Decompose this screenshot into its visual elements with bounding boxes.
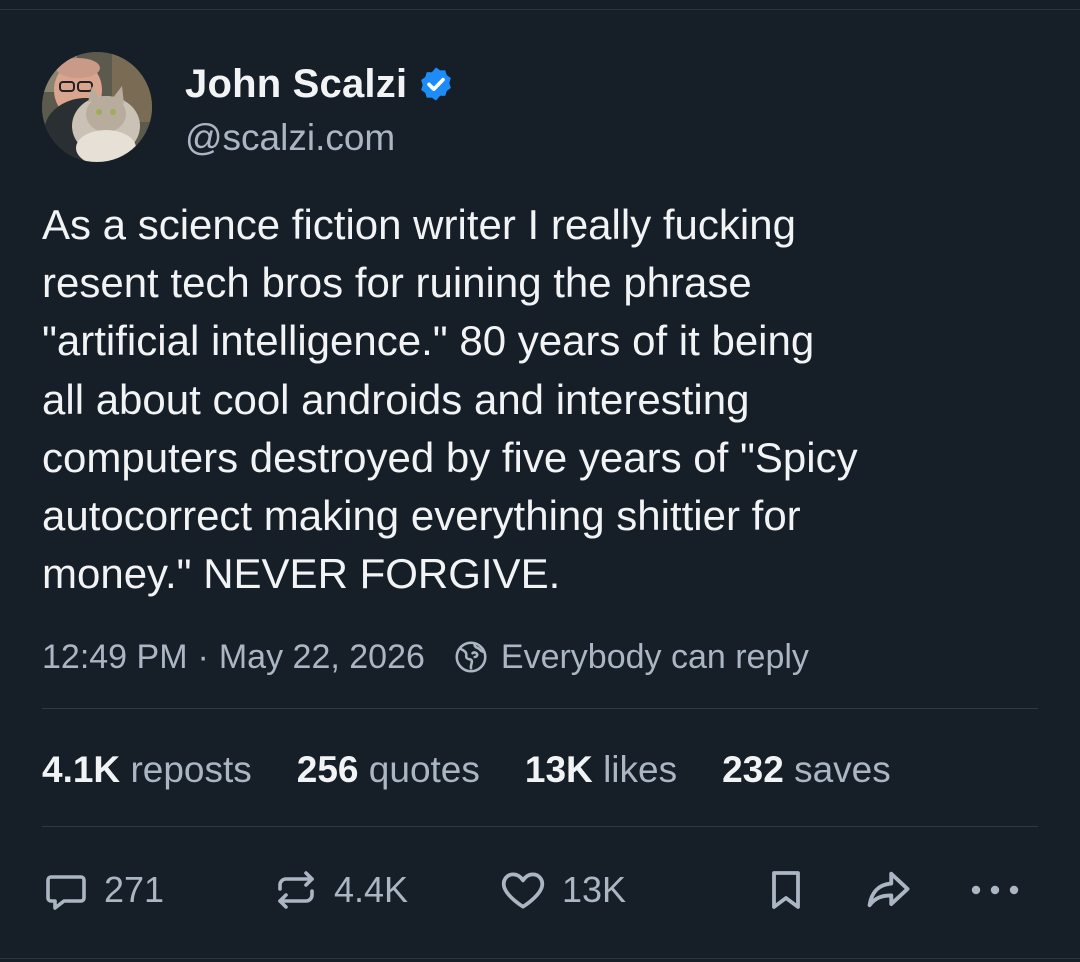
- reply-count: 271: [104, 869, 165, 910]
- reply-setting[interactable]: Everybody can reply: [501, 638, 809, 677]
- display-name-row: John Scalzi: [185, 60, 455, 108]
- post-date: May 22, 2026: [218, 637, 425, 676]
- engagement-stats: 4.1K reposts 256 quotes 13K likes 232 sa…: [42, 744, 936, 796]
- bottom-border: [0, 958, 1080, 959]
- reply-button[interactable]: 271: [42, 862, 164, 918]
- stat-quotes[interactable]: 256 quotes: [297, 749, 480, 791]
- like-count: 13K: [562, 869, 627, 910]
- stat-label: reposts: [130, 749, 252, 790]
- post-meta: 12:49 PM · May 22, 2026 Everybody can re…: [42, 634, 809, 680]
- divider-top: [42, 708, 1038, 709]
- stat-count: 4.1K: [42, 749, 121, 790]
- post-header: John Scalzi @scalzi.com: [42, 52, 455, 162]
- stat-saves[interactable]: 232 saves: [722, 749, 891, 791]
- repost-icon: [272, 866, 320, 914]
- author-display-name[interactable]: John Scalzi: [185, 62, 407, 107]
- author-handle[interactable]: @scalzi.com: [185, 117, 455, 159]
- globe-icon: [453, 639, 489, 675]
- stat-count: 232: [722, 749, 784, 790]
- verified-badge-icon[interactable]: [417, 65, 455, 103]
- stat-label: quotes: [368, 749, 480, 790]
- stat-reposts[interactable]: 4.1K reposts: [42, 749, 252, 791]
- repost-count: 4.4K: [334, 869, 409, 910]
- post-text: As a science fiction writer I really fuc…: [42, 201, 858, 598]
- meta-separator: ·: [197, 637, 209, 676]
- stat-count: 256: [296, 749, 359, 790]
- share-button[interactable]: [862, 862, 914, 918]
- post-thread-item: John Scalzi @scalzi.com As a science fic…: [0, 0, 1080, 962]
- more-options-icon: [968, 880, 1022, 900]
- bookmark-button[interactable]: [762, 862, 810, 918]
- heart-icon: [498, 865, 548, 915]
- reply-icon: [42, 866, 90, 914]
- post-actions: 271 4.4K 13K: [0, 862, 1080, 918]
- avatar[interactable]: [42, 52, 152, 162]
- post-time: 12:49 PM: [42, 637, 188, 676]
- stat-label: saves: [794, 749, 891, 790]
- stat-likes[interactable]: 13K likes: [525, 749, 677, 791]
- share-icon: [862, 864, 914, 916]
- more-options-button[interactable]: [968, 862, 1022, 918]
- avatar-image: [42, 52, 152, 162]
- stat-label: likes: [603, 749, 678, 790]
- bookmark-icon: [762, 866, 810, 914]
- repost-button[interactable]: 4.4K: [272, 862, 408, 918]
- author-names: John Scalzi @scalzi.com: [185, 60, 455, 159]
- like-button[interactable]: 13K: [498, 862, 626, 918]
- stat-count: 13K: [524, 749, 593, 790]
- divider-bottom: [42, 826, 1038, 827]
